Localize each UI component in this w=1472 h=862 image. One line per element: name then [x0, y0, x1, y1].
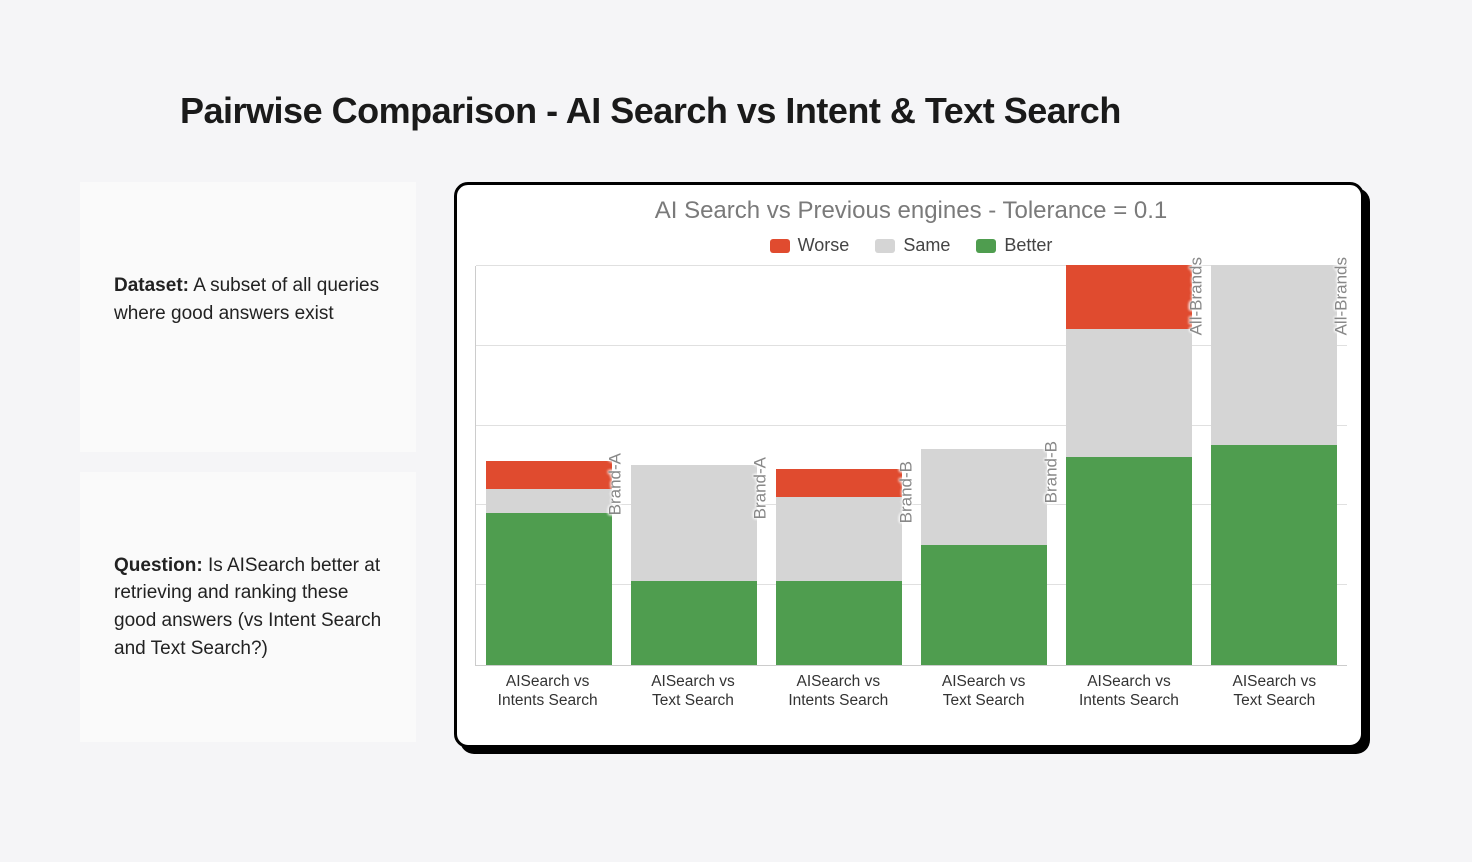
bar-stack: Brand-B	[776, 469, 902, 665]
bar-segment-better	[1211, 445, 1337, 665]
content-row: Dataset: A subset of all queries where g…	[80, 182, 1392, 748]
x-axis-label: AISearch vsIntents Search	[773, 672, 903, 711]
bar-segment-worse	[776, 469, 902, 497]
left-column: Dataset: A subset of all queries where g…	[80, 182, 416, 742]
bar-segment-same	[631, 465, 757, 581]
x-axis-label: AISearch vsText Search	[628, 672, 758, 711]
bar-segment-better	[921, 545, 1047, 665]
chart-card: AI Search vs Previous engines - Toleranc…	[454, 182, 1364, 748]
chart-title: AI Search vs Previous engines - Toleranc…	[475, 197, 1347, 225]
x-axis-label: AISearch vsIntents Search	[1064, 672, 1194, 711]
bar-segment-worse	[1066, 265, 1192, 329]
x-axis-label: AISearch vsIntents Search	[483, 672, 613, 711]
bar-segment-same	[921, 449, 1047, 545]
question-label: Question:	[114, 555, 203, 576]
bar-stack: Brand-A	[631, 465, 757, 665]
bar-segment-better	[1066, 457, 1192, 665]
bar-stack: All-Brands	[1211, 265, 1337, 665]
x-axis-label: AISearch vsText Search	[919, 672, 1049, 711]
plot-area: Brand-ABrand-ABrand-BBrand-BAll-BrandsAl…	[475, 266, 1347, 666]
bar-slot: Brand-A	[484, 461, 614, 665]
dataset-label: Dataset:	[114, 275, 189, 296]
swatch-worse	[770, 239, 790, 253]
legend-label-worse: Worse	[798, 235, 850, 256]
legend-label-same: Same	[903, 235, 950, 256]
bar-segment-same	[1066, 329, 1192, 457]
bar-slot: Brand-B	[919, 449, 1049, 665]
bar-segment-same	[776, 497, 902, 581]
bar-stack: Brand-A	[486, 461, 612, 665]
x-axis-label: AISearch vsText Search	[1209, 672, 1339, 711]
x-axis-labels: AISearch vsIntents Search AISearch vsText…	[475, 672, 1347, 711]
bar-slot: Brand-A	[629, 465, 759, 665]
legend-item-same: Same	[875, 235, 950, 256]
question-card: Question: Is AISearch better at retrievi…	[80, 472, 416, 742]
bar-segment-better	[776, 581, 902, 665]
page-title: Pairwise Comparison - AI Search vs Inten…	[180, 90, 1392, 132]
bar-segment-same	[1211, 265, 1337, 445]
swatch-better	[976, 239, 996, 253]
bar-segment-better	[486, 513, 612, 665]
dataset-card: Dataset: A subset of all queries where g…	[80, 182, 416, 452]
bar-segment-worse	[486, 461, 612, 489]
legend-label-better: Better	[1004, 235, 1052, 256]
bar-slot: Brand-B	[774, 469, 904, 665]
chart-legend: Worse Same Better	[475, 235, 1347, 256]
bar-segment-same	[486, 489, 612, 513]
bar-slot: All-Brands	[1064, 265, 1194, 665]
legend-item-worse: Worse	[770, 235, 850, 256]
bars-container: Brand-ABrand-ABrand-BBrand-BAll-BrandsAl…	[476, 266, 1347, 665]
bar-stack: All-Brands	[1066, 265, 1192, 665]
bar-stack: Brand-B	[921, 449, 1047, 665]
swatch-same	[875, 239, 895, 253]
bar-slot: All-Brands	[1209, 265, 1339, 665]
legend-item-better: Better	[976, 235, 1052, 256]
bar-segment-better	[631, 581, 757, 665]
